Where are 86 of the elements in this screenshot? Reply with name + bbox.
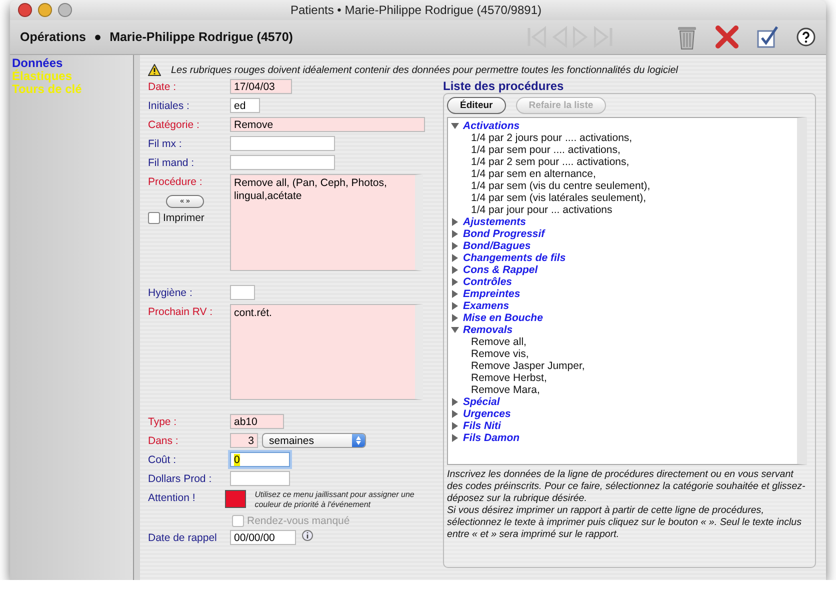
tree-item[interactable]: 1/4 par 2 jours pour .... activations, (451, 132, 797, 144)
tree-item[interactable]: 1/4 par sem en alternance, (451, 168, 797, 180)
text-area[interactable]: Remove all, (Pan, Ceph, Photos, lingual,acétate (230, 174, 423, 271)
field-label: Fil mx : (148, 137, 183, 152)
tree-category[interactable]: Examens (463, 300, 510, 312)
tree-item[interactable]: Remove all, (451, 336, 797, 348)
checkbox-tick-icon (756, 25, 780, 49)
section-title: Opérations (20, 30, 86, 44)
tree-item[interactable]: Remove Jasper Jumper, (451, 360, 797, 372)
input-field[interactable]: ed (230, 98, 260, 113)
expanded-triangle-icon[interactable] (451, 326, 459, 334)
minimize-button[interactable] (38, 3, 52, 17)
unit-dropdown[interactable]: semaines (262, 433, 366, 448)
window-title: Patients • Marie-Philippe Rodrigue (4570/9891) (289, 3, 542, 17)
tree-item[interactable]: 1/4 par sem pour .... activations, (451, 144, 797, 156)
delete-button[interactable] (676, 24, 698, 50)
tree-category[interactable]: Activations (463, 120, 520, 132)
tree-item[interactable]: Remove Mara, (451, 384, 797, 396)
help-icon (796, 27, 816, 47)
tree-item[interactable]: 1/4 par 2 sem pour .... activations, (451, 156, 797, 168)
input-field[interactable]: ab10 (230, 414, 284, 429)
tree-item[interactable]: Remove vis, (451, 348, 797, 360)
input-field[interactable] (230, 471, 290, 486)
trash-icon (676, 24, 698, 50)
input-field[interactable]: 0 (230, 452, 290, 467)
tree-category[interactable]: Bond/Bagues (463, 240, 531, 252)
input-field[interactable]: 17/04/03 (230, 79, 292, 94)
tree-category[interactable]: Fils Damon (463, 432, 520, 444)
priority-color-swatch[interactable] (224, 490, 246, 508)
field-label: Fil mand : (148, 156, 196, 171)
text-area[interactable]: cont.rét. (230, 304, 423, 400)
field-label: Dollars Prod : (148, 472, 213, 487)
field-label: Type : (148, 415, 178, 430)
cancel-button[interactable] (714, 24, 740, 50)
list-title: Liste des procédures (443, 79, 565, 93)
tree-category[interactable]: Fils Niti (463, 420, 501, 432)
tree-item[interactable]: 1/4 par sem (vis latérales seulement), (451, 192, 797, 204)
field-label: Catégorie : (148, 118, 200, 133)
tree-item[interactable]: 1/4 par sem (vis du centre seulement), (451, 180, 797, 192)
input-field[interactable] (230, 136, 335, 151)
expanded-triangle-icon[interactable] (451, 122, 459, 130)
field-label: Date : (148, 80, 178, 95)
tree-category[interactable]: Bond Progressif (463, 228, 545, 240)
patient-name: Marie-Philippe Rodrigue (4570) (110, 30, 293, 44)
help-paragraph: Inscrivez les données de la ligne de procédures directement ou en vous servant des codes préinscrits. Pour ce faire, sélectionnez la catégorie souhaitée et glissez-déposez sur la rubrique désirée. (447, 469, 806, 505)
tree-item[interactable]: 1/4 par jour pour ... activations (451, 204, 797, 216)
tree-category[interactable]: Ajustements (463, 216, 526, 228)
sidebar-item[interactable]: Données (12, 57, 63, 70)
field-label: Date de rappel (148, 531, 218, 546)
tree-category[interactable]: Spécial (463, 396, 500, 408)
zoom-button[interactable] (58, 3, 72, 17)
warning-message: Les rubriques rouges doivent idéalement contenir des données pour permettre toutes les fonctionnalités du logiciel (171, 64, 678, 76)
checkbox-label: Rendez-vous manqué (247, 514, 350, 526)
input-field[interactable]: Remove (230, 117, 425, 132)
stepper-arrows-icon (356, 436, 361, 445)
validate-button[interactable] (756, 25, 780, 49)
tree-item[interactable]: Remove Herbst, (451, 372, 797, 384)
tree-category[interactable]: Removals (463, 324, 513, 336)
checkbox[interactable] (148, 212, 160, 224)
separator-dot: ● (94, 30, 102, 44)
tree-category[interactable]: Urgences (463, 408, 511, 420)
tree-category[interactable]: Empreintes (463, 288, 520, 300)
warning-icon (148, 64, 161, 76)
input-field[interactable] (230, 155, 335, 170)
close-icon (714, 24, 740, 50)
tree-category[interactable]: Cons & Rappel (463, 264, 538, 276)
help-paragraph: Si vous désirez imprimer un rapport à partir de cette ligne de procédures, sélectionnez le texte à imprimer puis cliquez sur le bouton « ». Seul le texte inclus entre « et » sera imprimé sur le rapport. (447, 505, 803, 541)
hint-text: Utilisez ce menu jaillissant pour assigner une couleur de priorité à l'événement (254, 490, 416, 510)
checkbox-label: Imprimer (163, 212, 204, 224)
input-field[interactable]: 00/00/00 (230, 530, 296, 545)
help-button[interactable] (796, 27, 816, 47)
tree-category[interactable]: Changements de fils (463, 252, 566, 264)
field-label: Initiales : (148, 99, 190, 114)
info-icon[interactable] (302, 530, 313, 541)
number-field[interactable]: 3 (230, 433, 258, 448)
close-button[interactable] (18, 3, 32, 17)
field-label: Dans : (148, 434, 180, 449)
field-label: Prochain RV : (148, 305, 214, 320)
input-field[interactable] (230, 285, 255, 300)
field-label: Coût : (148, 453, 178, 468)
field-label: Hygiène : (148, 286, 194, 301)
tree-category[interactable]: Mise en Bouche (463, 312, 543, 324)
tree-category[interactable]: Contrôles (463, 276, 512, 288)
editor-button[interactable]: Éditeur (447, 97, 506, 114)
field-label: Attention ! (148, 491, 196, 506)
field-label: Procédure : (148, 175, 204, 190)
